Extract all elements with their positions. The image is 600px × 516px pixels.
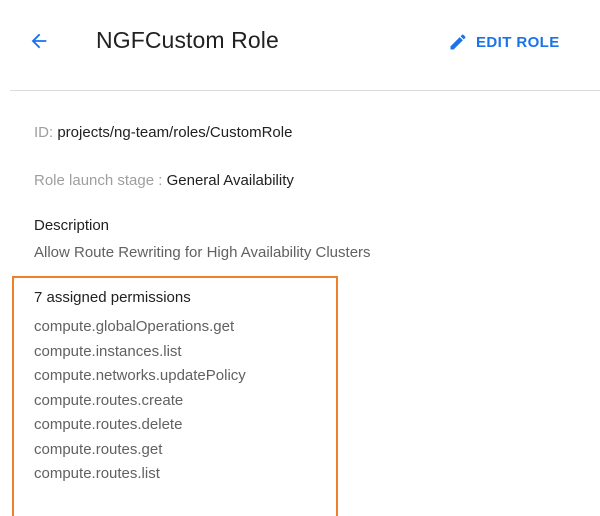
page-title: NGFCustom Role	[96, 27, 279, 53]
edit-role-label: EDIT ROLE	[476, 33, 560, 51]
launch-stage-value: General Availability	[166, 172, 294, 189]
permissions-list: compute.globalOperations.get compute.ins…	[34, 315, 246, 487]
edit-role-button[interactable]: EDIT ROLE	[448, 30, 560, 54]
role-id-value: projects/ng-team/roles/CustomRole	[57, 124, 293, 141]
permission-item: compute.networks.updatePolicy	[34, 367, 246, 384]
permission-item: compute.instances.list	[34, 342, 182, 360]
description-heading: Description	[34, 217, 110, 234]
arrow-back-icon	[31, 33, 47, 49]
header-divider	[10, 90, 600, 91]
permission-item: compute.routes.get	[34, 440, 163, 458]
permissions-heading: 7 assigned permissions	[34, 289, 191, 306]
launch-stage-row: Role launch stage : General Availability	[34, 172, 294, 189]
permission-item: compute.globalOperations.get	[34, 318, 235, 335]
role-id-row: ID: projects/ng-team/roles/CustomRole	[34, 124, 292, 141]
page-header: NGFCustom Role EDIT ROLE	[0, 0, 600, 90]
permission-item: compute.routes.list	[34, 465, 160, 482]
role-id-label: ID:	[34, 124, 54, 141]
launch-stage-label: Role launch stage :	[34, 172, 163, 189]
back-button[interactable]	[24, 26, 54, 56]
description-text: Allow Route Rewriting for High Availabil…	[34, 244, 371, 261]
pencil-icon	[450, 34, 466, 50]
permission-item: compute.routes.create	[34, 391, 184, 409]
permission-item: compute.routes.delete	[34, 416, 183, 433]
